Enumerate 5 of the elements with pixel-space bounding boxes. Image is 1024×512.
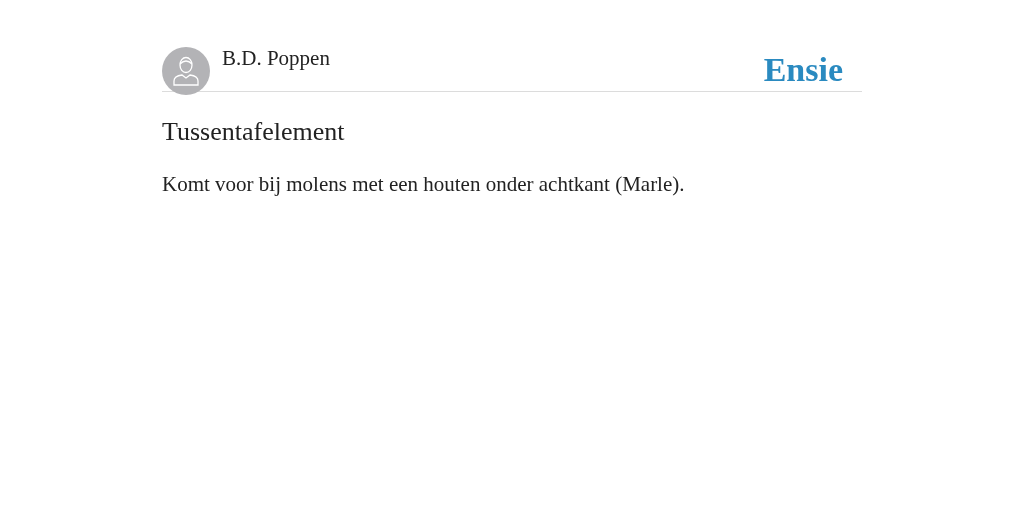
- logo[interactable]: Ensie: [763, 52, 843, 88]
- author-name[interactable]: B.D. Poppen: [222, 47, 330, 69]
- entry-text: Komt voor bij molens met een houten onder achtkant (Marle).: [162, 171, 686, 197]
- entry-title: Tussentafelement: [162, 117, 346, 147]
- person-icon: [172, 56, 200, 86]
